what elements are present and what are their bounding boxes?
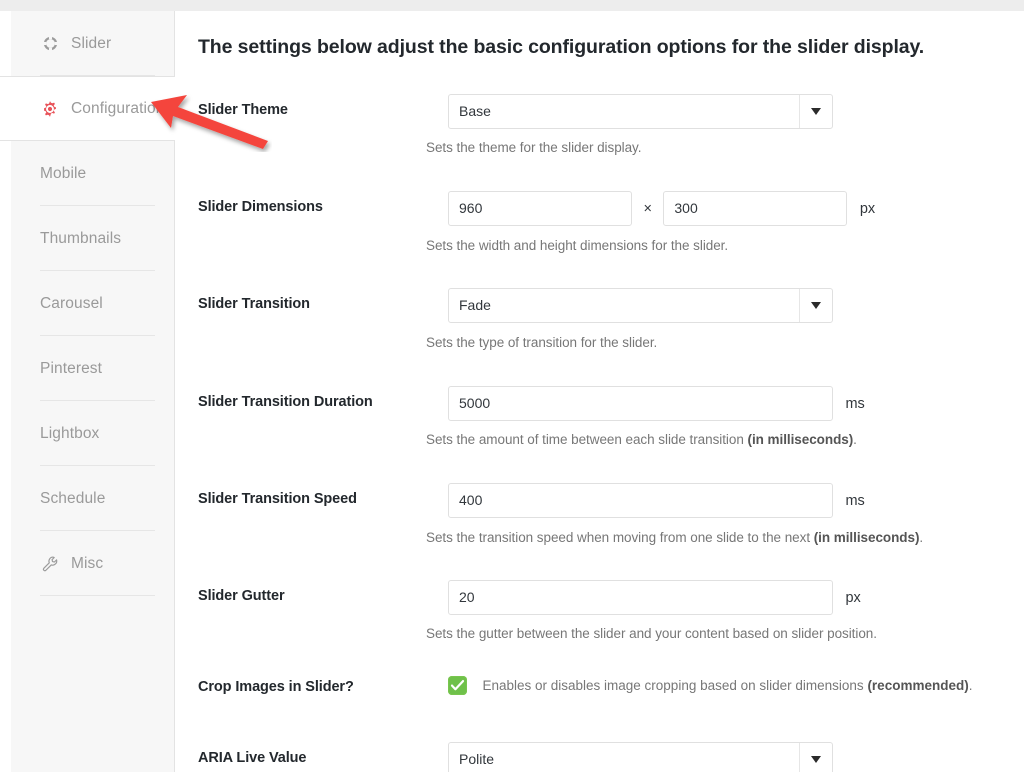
chevron-down-icon[interactable] <box>799 743 832 772</box>
sidebar-item-mobile[interactable]: Mobile <box>11 141 174 206</box>
wrench-icon <box>40 554 60 574</box>
field-label: Slider Theme <box>198 102 288 118</box>
speed-unit: ms <box>845 492 865 509</box>
desc-bold: (in milliseconds) <box>813 530 920 545</box>
field-label: Crop Images in Slider? <box>198 679 354 695</box>
slider-height-input[interactable]: 300 <box>663 191 848 226</box>
desc-post: . <box>968 678 973 693</box>
transition-duration-description: Sets the amount of time between each sli… <box>426 432 857 447</box>
sidebar-item-label: Pinterest <box>40 359 103 377</box>
sidebar-item-schedule[interactable]: Schedule <box>11 466 174 531</box>
sidebar-item-carousel[interactable]: Carousel <box>11 271 174 336</box>
page-title: The settings below adjust the basic conf… <box>198 36 925 58</box>
desc-pre: Sets the amount of time between each sli… <box>426 432 748 447</box>
sidebar-item-lightbox[interactable]: Lightbox <box>11 401 174 466</box>
slider-gutter-input[interactable]: 20 <box>448 580 833 615</box>
sidebar-item-misc[interactable]: Misc <box>11 531 174 596</box>
slider-transition-value: Fade <box>459 297 491 313</box>
admin-page: Slider Configuration Mobile Thumbnails C… <box>0 11 1024 772</box>
field-label: Slider Transition Duration <box>198 394 373 410</box>
aria-live-value: Polite <box>459 751 495 767</box>
transition-speed-input[interactable]: 400 <box>448 483 833 518</box>
slider-width-input[interactable]: 960 <box>448 191 632 226</box>
desc-pre: Sets the transition speed when moving fr… <box>426 530 814 545</box>
field-label: Slider Dimensions <box>198 199 323 215</box>
slider-gutter-description: Sets the gutter between the slider and y… <box>426 626 877 641</box>
desc-post: . <box>853 432 857 447</box>
gutter-unit: px <box>845 589 861 606</box>
field-label: ARIA Live Value <box>198 750 307 766</box>
field-label: Slider Transition Speed <box>198 491 357 507</box>
transition-duration-input[interactable]: 5000 <box>448 386 833 421</box>
duration-unit: ms <box>845 395 865 412</box>
slider-transition-description: Sets the type of transition for the slid… <box>426 335 658 350</box>
slider-theme-select[interactable]: Base <box>448 94 833 129</box>
chevron-down-icon[interactable] <box>799 95 832 128</box>
sidebar-item-label: Mobile <box>40 164 87 182</box>
sidebar-item-configuration[interactable]: Configuration <box>0 76 175 141</box>
sidebar-item-label: Carousel <box>40 294 103 312</box>
settings-sidebar: Slider Configuration Mobile Thumbnails C… <box>0 11 175 772</box>
field-label: Slider Gutter <box>198 588 285 604</box>
crop-images-checkbox[interactable] <box>448 676 467 695</box>
sidebar-item-label: Misc <box>71 554 104 572</box>
settings-panel: The settings below adjust the basic conf… <box>176 11 1024 772</box>
crop-images-description: Enables or disables image cropping based… <box>482 678 972 693</box>
transition-speed-description: Sets the transition speed when moving fr… <box>426 530 923 545</box>
slider-transition-select[interactable]: Fade <box>448 288 833 323</box>
dimension-unit: px <box>859 200 876 217</box>
desc-pre: Enables or disables image cropping based… <box>482 678 868 693</box>
sidebar-item-slider[interactable]: Slider <box>11 11 174 76</box>
sidebar-item-label: Slider <box>71 34 112 52</box>
sidebar-item-label: Schedule <box>40 489 106 507</box>
divider <box>40 595 155 596</box>
chevron-down-icon[interactable] <box>799 289 832 322</box>
slider-theme-value: Base <box>459 103 491 119</box>
slider-dimensions-description: Sets the width and height dimensions for… <box>426 238 729 253</box>
dimension-separator: × <box>643 200 652 217</box>
screenshot-root: Slider Configuration Mobile Thumbnails C… <box>0 0 1024 772</box>
desc-post: . <box>919 530 924 545</box>
slider-theme-description: Sets the theme for the slider display. <box>426 140 642 155</box>
aria-live-value-select[interactable]: Polite <box>448 742 833 772</box>
sidebar-item-label: Thumbnails <box>40 229 122 247</box>
field-label: Slider Transition <box>198 296 310 312</box>
sidebar-item-label: Configuration <box>71 99 165 117</box>
sidebar-item-thumbnails[interactable]: Thumbnails <box>11 206 174 271</box>
desc-bold: (recommended) <box>867 678 969 693</box>
desc-bold: (in milliseconds) <box>747 432 854 447</box>
gear-icon <box>40 99 60 119</box>
sidebar-item-label: Lightbox <box>40 424 100 442</box>
sidebar-item-pinterest[interactable]: Pinterest <box>11 336 174 401</box>
slider-ring-icon <box>40 34 60 54</box>
